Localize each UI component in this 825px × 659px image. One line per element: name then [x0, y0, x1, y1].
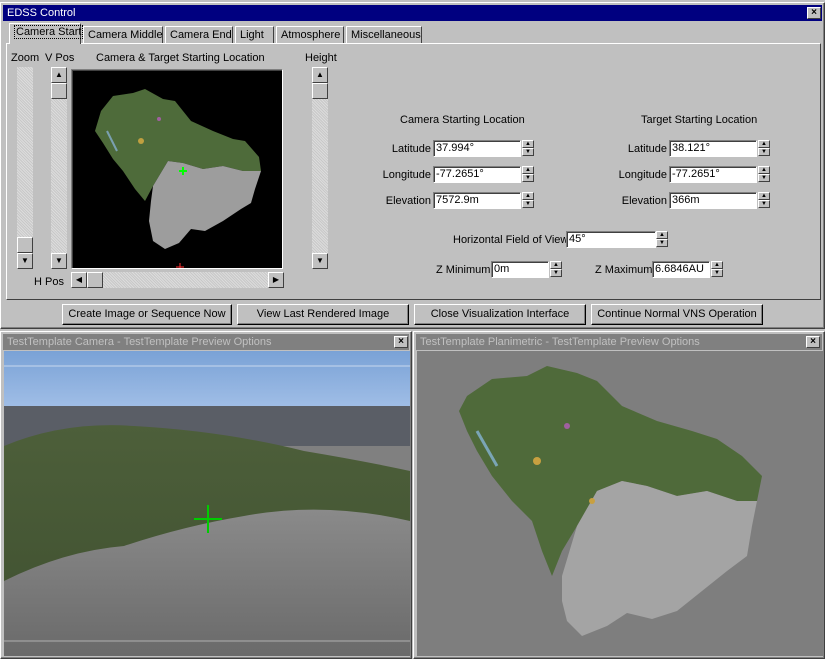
vpos-slider[interactable]: ▲ ▼ [51, 67, 67, 269]
camera-longitude-label: Longitude [382, 169, 431, 181]
height-slider-thumb[interactable] [312, 83, 328, 99]
window-close-button[interactable]: × [807, 7, 821, 19]
location-map[interactable] [71, 69, 283, 269]
camera-latitude-label: Latitude [391, 143, 431, 155]
arrow-up-icon[interactable]: ▲ [51, 67, 67, 83]
camera-location-heading: Camera Starting Location [400, 114, 525, 126]
target-latitude-spinner[interactable]: ▲ ▼ [758, 140, 770, 157]
close-icon[interactable]: × [806, 336, 820, 348]
camera-elevation-field[interactable]: 7572.9m [433, 192, 521, 209]
arrow-down-icon[interactable]: ▼ [51, 253, 67, 269]
tab-camera-start[interactable]: Camera Start [9, 23, 84, 44]
camera-latitude-field[interactable]: 37.994° [433, 140, 521, 157]
height-slider[interactable]: ▲ ▼ [312, 67, 328, 269]
tab-light[interactable]: Light [235, 26, 274, 44]
zmax-label: Z Maximum [595, 264, 653, 276]
zoom-slider[interactable]: ▼ [17, 67, 33, 269]
planimetric-preview-title: TestTemplate Planimetric - TestTemplate … [420, 336, 700, 348]
fov-field[interactable]: 45° [566, 231, 656, 248]
arrow-right-icon[interactable]: ▶ [268, 272, 284, 288]
planimetric-preview-viewport[interactable] [417, 351, 823, 656]
hpos-label: H Pos [34, 276, 64, 288]
target-elevation-spinner[interactable]: ▲ ▼ [758, 192, 770, 209]
vpos-slider-thumb[interactable] [51, 83, 67, 99]
continue-vns-button[interactable]: Continue Normal VNS Operation [591, 304, 763, 325]
target-elevation-field[interactable]: 366m [669, 192, 757, 209]
zoom-label: Zoom [11, 52, 40, 64]
zmax-field[interactable]: 6.6846AU [652, 261, 710, 278]
camera-preview-viewport[interactable] [4, 351, 410, 656]
view-last-image-button[interactable]: View Last Rendered Image [237, 304, 409, 325]
arrow-down-icon[interactable]: ▼ [312, 253, 328, 269]
target-longitude-label: Longitude [618, 169, 667, 181]
map-title: Camera & Target Starting Location [96, 52, 265, 64]
arrow-down-icon[interactable]: ▼ [17, 253, 33, 269]
planimetric-render-image [459, 366, 762, 636]
target-location-heading: Target Starting Location [641, 114, 758, 126]
camera-longitude-field[interactable]: -77.2651° [433, 166, 521, 183]
tab-atmosphere[interactable]: Atmosphere [276, 26, 344, 44]
terrain-map-image [95, 89, 261, 268]
camera-elevation-spinner[interactable]: ▲ ▼ [522, 192, 534, 209]
zmin-field[interactable]: 0m [491, 261, 549, 278]
camera-preview-title: TestTemplate Camera - TestTemplate Previ… [7, 336, 272, 348]
height-label: Height [305, 52, 337, 64]
target-latitude-field[interactable]: 38.121° [669, 140, 757, 157]
vpos-label: V Pos [45, 52, 75, 64]
zmin-spinner[interactable]: ▲ ▼ [550, 261, 562, 278]
tab-camera-end[interactable]: Camera End [165, 26, 233, 44]
camera-longitude-spinner[interactable]: ▲ ▼ [522, 166, 534, 183]
perspective-render-image [4, 351, 410, 656]
target-marker [176, 263, 184, 268]
hpos-slider[interactable]: ◀ ▶ [71, 272, 284, 288]
camera-latitude-spinner[interactable]: ▲ ▼ [522, 140, 534, 157]
planimetric-preview-title-bar[interactable]: TestTemplate Planimetric - TestTemplate … [416, 334, 822, 350]
tab-camera-middle[interactable]: Camera Middle [83, 26, 163, 44]
camera-preview-window: TestTemplate Camera - TestTemplate Previ… [0, 331, 412, 659]
zmin-label: Z Minimum [436, 264, 491, 276]
tab-miscellaneous[interactable]: Miscellaneous [346, 26, 422, 44]
window-title: EDSS Control [7, 7, 76, 19]
hpos-slider-thumb[interactable] [87, 272, 103, 288]
target-latitude-label: Latitude [627, 143, 667, 155]
camera-elevation-label: Elevation [385, 195, 431, 207]
edss-control-window: EDSS Control × Camera Start Camera Middl… [0, 2, 825, 329]
fov-spinner[interactable]: ▲ ▼ [656, 231, 668, 248]
create-image-button[interactable]: Create Image or Sequence Now [62, 304, 232, 325]
camera-preview-title-bar[interactable]: TestTemplate Camera - TestTemplate Previ… [3, 334, 409, 350]
close-icon[interactable]: × [394, 336, 408, 348]
close-visualization-button[interactable]: Close Visualization Interface [414, 304, 586, 325]
arrow-left-icon[interactable]: ◀ [71, 272, 87, 288]
planimetric-preview-window: TestTemplate Planimetric - TestTemplate … [413, 331, 825, 659]
target-longitude-spinner[interactable]: ▲ ▼ [758, 166, 770, 183]
fov-label: Horizontal Field of View [453, 234, 569, 246]
target-elevation-label: Elevation [621, 195, 667, 207]
zmax-spinner[interactable]: ▲ ▼ [711, 261, 723, 278]
target-longitude-field[interactable]: -77.2651° [669, 166, 757, 183]
window-title-bar[interactable]: EDSS Control [3, 5, 822, 21]
arrow-up-icon[interactable]: ▲ [312, 67, 328, 83]
zoom-slider-thumb[interactable] [17, 237, 33, 253]
